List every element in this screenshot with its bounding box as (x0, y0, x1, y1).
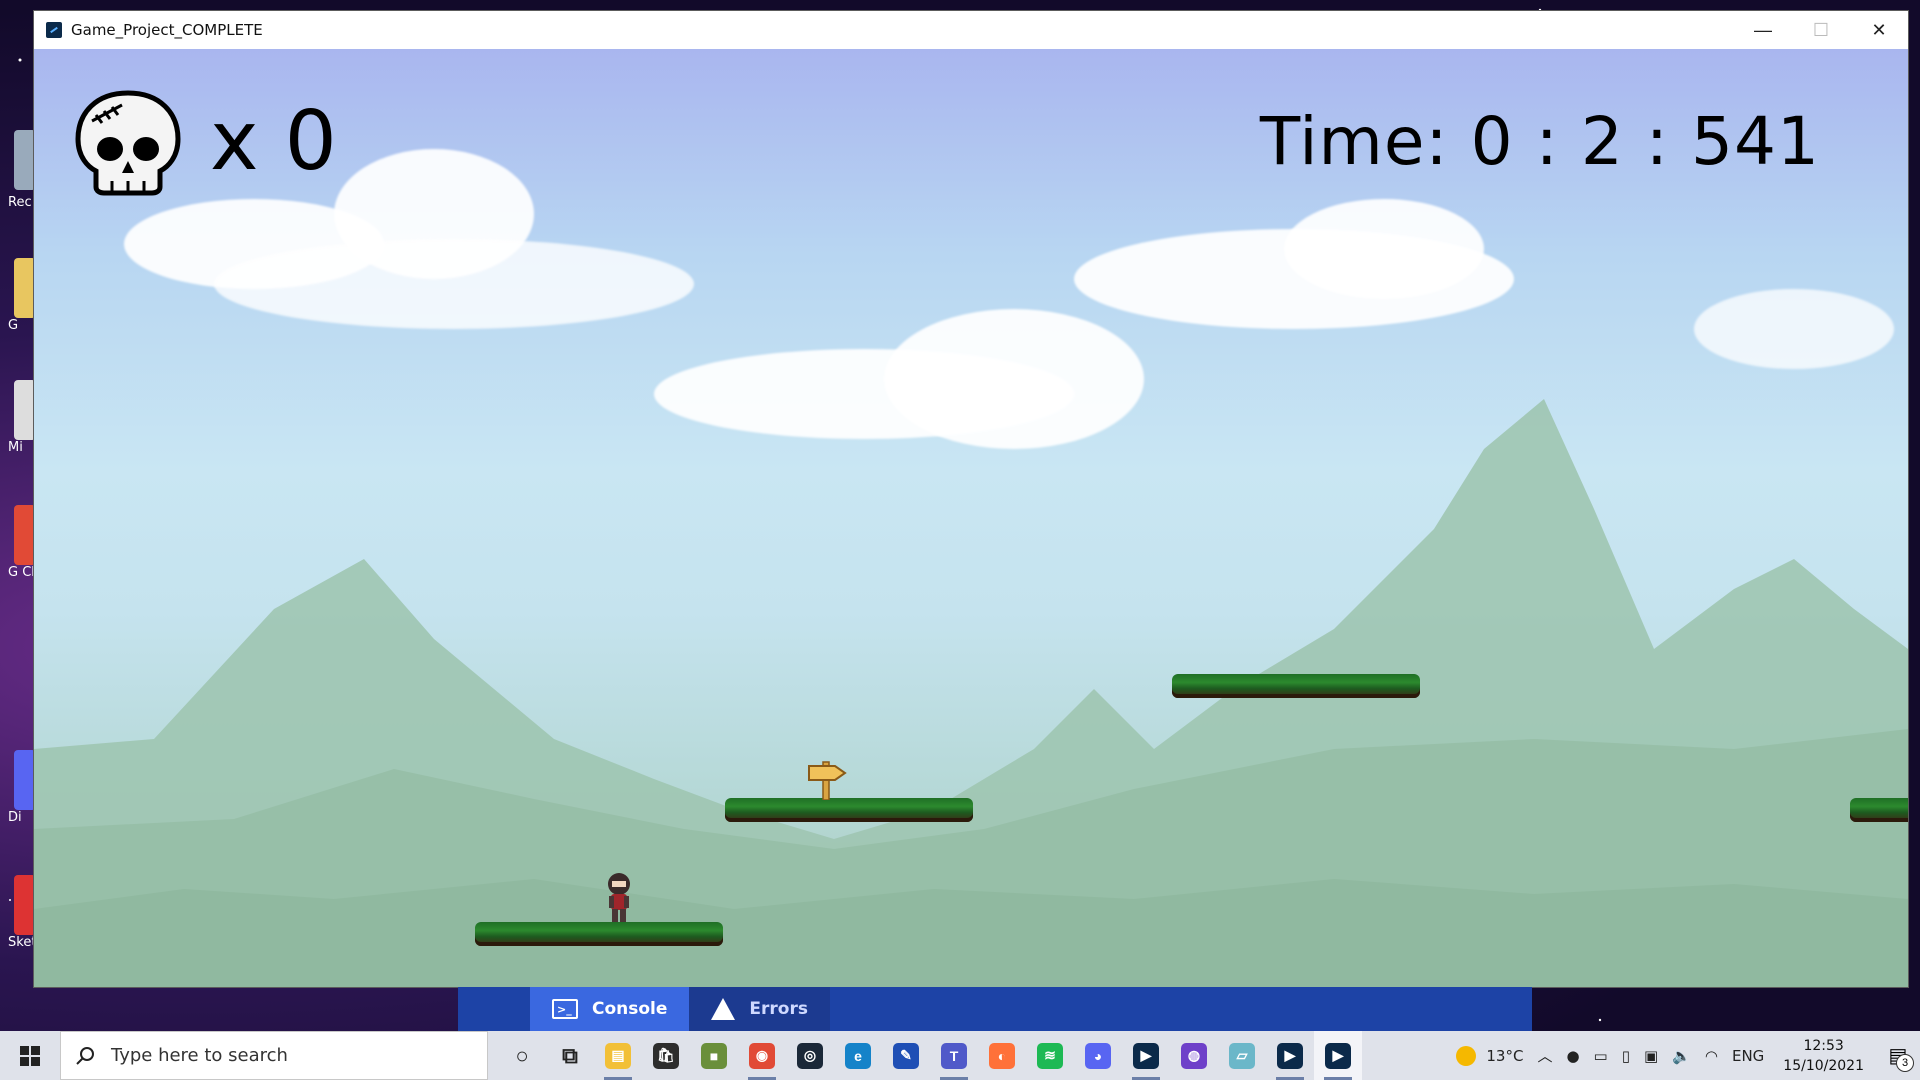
store-icon: 🛍 (653, 1042, 679, 1069)
desktop-label: G (8, 318, 19, 333)
tab-errors-label: Errors (749, 999, 808, 1019)
platform (1172, 674, 1420, 698)
windows-icon (20, 1045, 40, 1066)
search-icon (76, 1046, 94, 1065)
taskbar-app[interactable]: e (834, 1031, 882, 1080)
processing-icon: ▶ (1133, 1042, 1159, 1069)
tab-console-label: Console (592, 999, 668, 1019)
language-indicator[interactable]: ENG (1725, 1047, 1771, 1065)
microphone-icon[interactable]: ● (1559, 1047, 1586, 1065)
processing-icon-2: ▶ (1277, 1042, 1303, 1069)
desktop-label: Rec (8, 195, 32, 210)
minecraft-icon: ■ (701, 1042, 727, 1069)
minimize-button[interactable]: — (1734, 11, 1792, 49)
close-button[interactable]: ✕ (1850, 11, 1908, 49)
warning-icon (711, 998, 736, 1020)
taskbar-app[interactable]: ◉ (738, 1031, 786, 1080)
desktop-label: Di (8, 810, 22, 825)
maximize-button[interactable]: ☐ (1792, 11, 1850, 49)
chevron-up-icon[interactable]: ︿ (1530, 1045, 1559, 1066)
taskbar-app[interactable]: ◍ (1170, 1031, 1218, 1080)
weather-widget[interactable]: 13°C (1449, 1045, 1530, 1066)
volume-icon[interactable]: 🔈 (1665, 1047, 1698, 1065)
edge-icon: e (845, 1042, 871, 1069)
wifi-icon[interactable]: ◠ (1698, 1047, 1725, 1065)
desktop-icon-app[interactable] (14, 380, 36, 440)
notification-center[interactable]: ▤ 3 (1876, 1031, 1920, 1080)
tab-console[interactable]: >_ Console (530, 987, 690, 1031)
death-count: x 0 (210, 94, 337, 189)
desktop-label: Mi (8, 440, 23, 455)
battery-icon[interactable]: ▭ (1587, 1047, 1615, 1065)
processing-app-icon (46, 22, 62, 38)
taskbar-app[interactable]: ✎ (882, 1031, 930, 1080)
platform (725, 798, 973, 822)
notes-icon: ▱ (1229, 1042, 1255, 1069)
desktop-icon-recycle[interactable] (14, 130, 36, 190)
console-panel: >_ Console Errors (458, 987, 1532, 1031)
death-counter: x 0 (72, 87, 337, 197)
clock[interactable]: 12:53 15/10/2021 (1771, 1036, 1876, 1076)
desktop-icon-discord[interactable] (14, 750, 36, 810)
task-view-icon: ⧉ (562, 1042, 578, 1068)
window-title: Game_Project_COMPLETE (71, 21, 263, 39)
processing-icon-3: ▶ (1325, 1042, 1351, 1069)
taskbar-app[interactable]: T (930, 1031, 978, 1080)
system-tray: 13°C ︿ ● ▭ ▯ ▣ 🔈 ◠ ENG 12:53 15/10/2021 … (1449, 1031, 1920, 1080)
window-titlebar[interactable]: Game_Project_COMPLETE — ☐ ✕ (34, 11, 1908, 49)
search-placeholder: Type here to search (111, 1045, 288, 1066)
platform (1850, 798, 1908, 822)
steam-icon: ◎ (797, 1042, 823, 1069)
taskbar-search[interactable]: Type here to search (60, 1031, 488, 1080)
spotify-icon: ≋ (1037, 1042, 1063, 1069)
firefox-icon: ◐ (989, 1042, 1015, 1069)
taskbar-app[interactable]: ≋ (1026, 1031, 1074, 1080)
console-icon: >_ (552, 999, 578, 1019)
skull-icon (75, 90, 181, 196)
taskbar-app[interactable]: ▤ (594, 1031, 642, 1080)
timer-display: Time: 0 : 2 : 541 (1259, 103, 1820, 180)
weather-temp: 13°C (1486, 1046, 1524, 1065)
github-icon: ◍ (1181, 1042, 1207, 1069)
desktop-icon-folder[interactable] (14, 258, 36, 318)
taskbar-app[interactable]: ◕ (1074, 1031, 1122, 1080)
taskbar-app[interactable]: ⧉ (546, 1031, 594, 1080)
taskbar-app[interactable]: ▱ (1218, 1031, 1266, 1080)
taskbar-app[interactable]: ▶ (1266, 1031, 1314, 1080)
desktop-icon-chrome[interactable] (14, 505, 36, 565)
display-icon[interactable]: ▣ (1637, 1047, 1665, 1065)
game-window: Game_Project_COMPLETE — ☐ ✕ x 0 Time: 0 … (34, 11, 1908, 987)
chrome-icon: ◉ (749, 1042, 775, 1069)
desktop-label: Sket (8, 935, 37, 950)
device-icon[interactable]: ▯ (1615, 1047, 1637, 1065)
player-ninja (608, 873, 630, 922)
game-canvas[interactable]: x 0 Time: 0 : 2 : 541 (34, 49, 1908, 987)
tab-errors[interactable]: Errors (689, 987, 830, 1031)
taskbar-app[interactable]: ○ (498, 1031, 546, 1080)
signpost-arrow (808, 761, 847, 800)
taskbar-app[interactable]: ◎ (786, 1031, 834, 1080)
start-button[interactable] (0, 1031, 60, 1080)
taskbar-apps: ○ ⧉ ▤ 🛍 ■ ◉ ◎ e ✎ T ◐ ≋ ◕ ▶ ◍ ▱ ▶ ▶ (498, 1031, 1362, 1080)
clock-date: 15/10/2021 (1783, 1057, 1864, 1074)
discord-icon: ◕ (1085, 1042, 1111, 1069)
taskbar-app[interactable]: 🛍 (642, 1031, 690, 1080)
whiteboard-icon: ✎ (893, 1042, 919, 1069)
platform (475, 922, 723, 946)
clock-time: 12:53 (1803, 1037, 1844, 1054)
taskbar-app[interactable]: ◐ (978, 1031, 1026, 1080)
taskbar-app[interactable]: ■ (690, 1031, 738, 1080)
taskbar-app[interactable]: ▶ (1122, 1031, 1170, 1080)
cortana-icon: ○ (515, 1042, 529, 1068)
sun-icon (1456, 1045, 1477, 1066)
teams-icon: T (941, 1042, 967, 1069)
taskbar: Type here to search ○ ⧉ ▤ 🛍 ■ ◉ ◎ e ✎ T ◐ ≋ ◕ ▶ ◍ ▱ ▶ ▶ 1… (0, 1031, 1920, 1080)
taskbar-app[interactable]: ▶ (1314, 1031, 1362, 1080)
file-explorer-icon: ▤ (605, 1042, 631, 1069)
notification-badge: 3 (1896, 1054, 1914, 1072)
desktop-icon-sketch[interactable] (14, 875, 36, 935)
